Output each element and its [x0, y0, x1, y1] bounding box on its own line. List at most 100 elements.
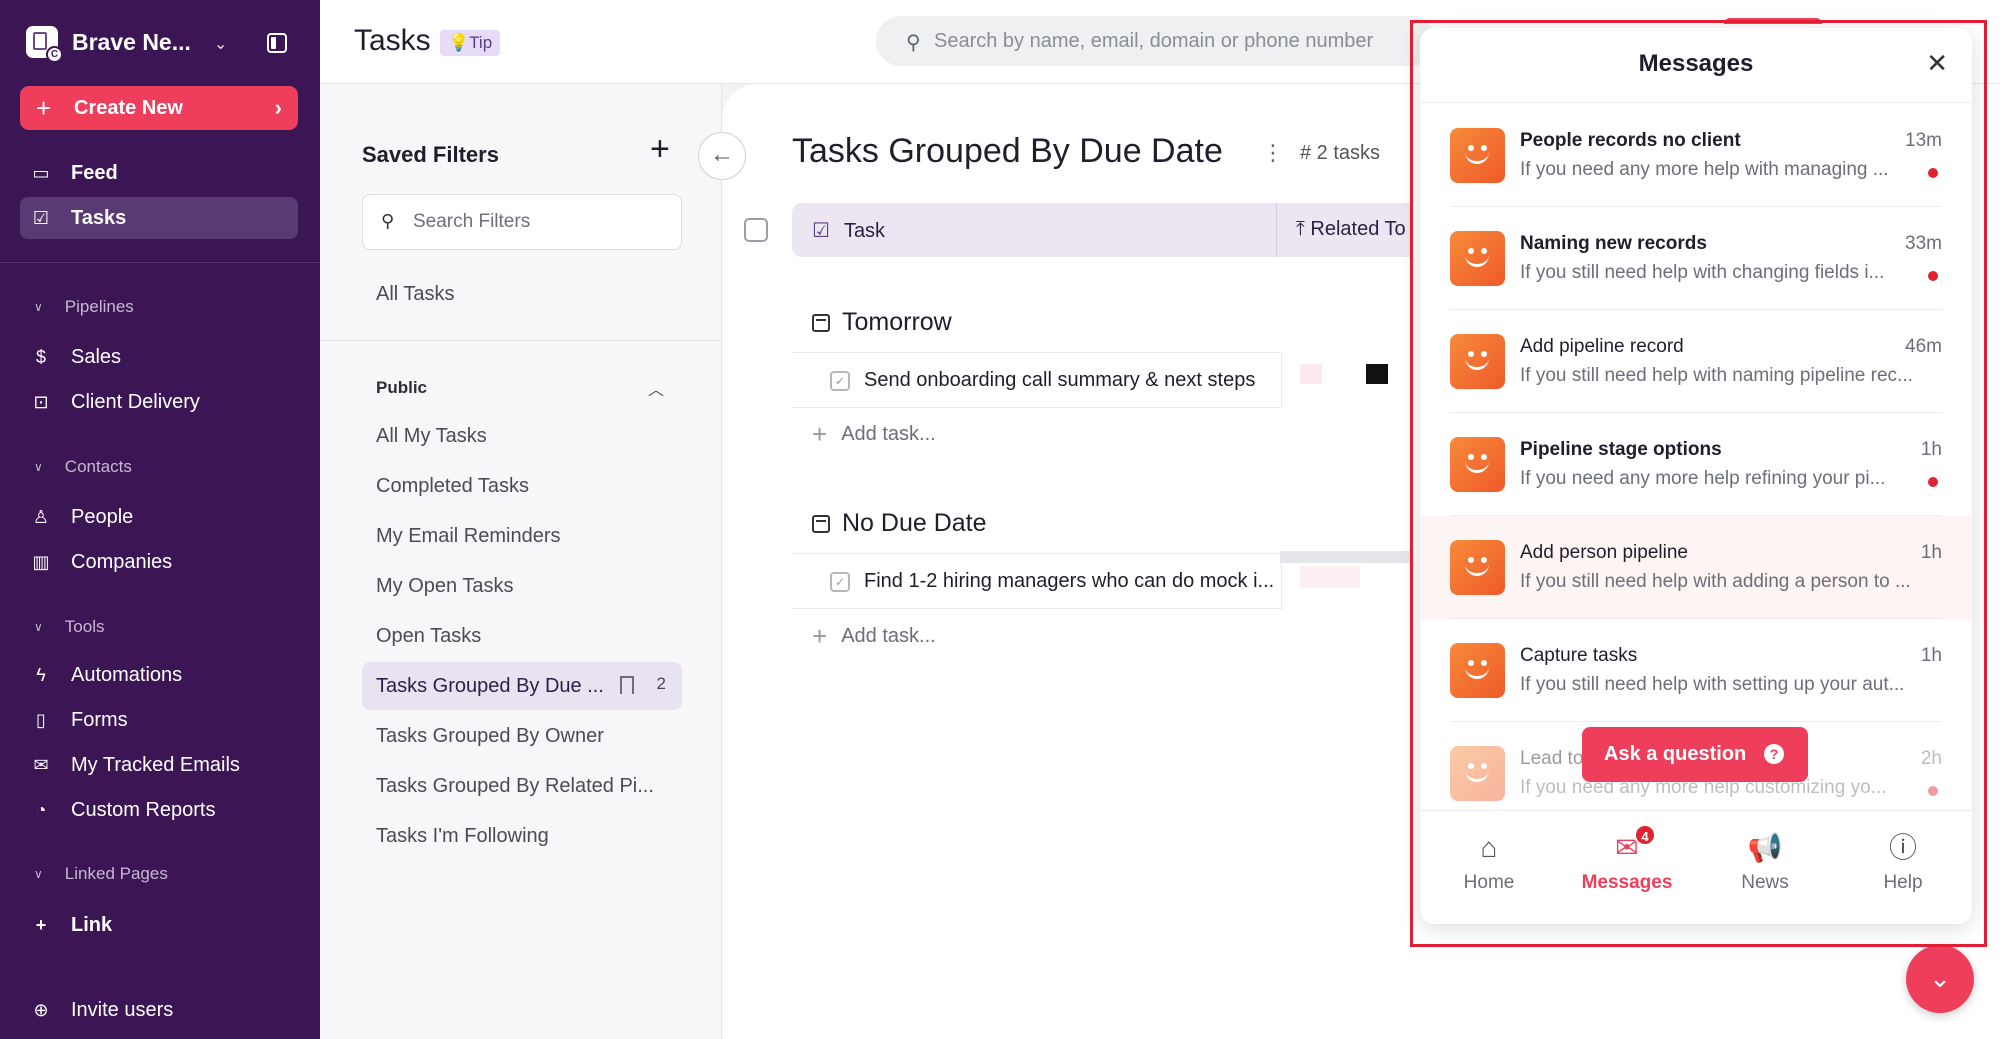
task-row[interactable]: ✓ Send onboarding call summary & next st…: [792, 352, 1282, 408]
sidebar-item-label: Client Delivery: [71, 390, 200, 413]
sidebar-item-tasks[interactable]: ☑ Tasks: [20, 197, 298, 239]
bot-avatar-icon: [1450, 128, 1505, 183]
saved-filters-panel: Saved Filters + ⚲ Search Filters All Tas…: [320, 84, 722, 1039]
task-title: Send onboarding call summary & next step…: [864, 368, 1256, 391]
message-item[interactable]: Capture tasks 1h If you still need help …: [1420, 619, 1972, 722]
add-task-button[interactable]: + Add task...: [812, 623, 936, 649]
tab-home[interactable]: ⌂ Home: [1420, 828, 1558, 894]
ask-question-button[interactable]: Ask a question ?: [1582, 727, 1808, 782]
filter-item[interactable]: Open Tasks: [362, 612, 682, 660]
tab-help[interactable]: ⓘ Help: [1834, 828, 1972, 894]
message-time: 1h: [1920, 439, 1942, 460]
task-row[interactable]: ✓ Find 1-2 hiring managers who can do mo…: [792, 553, 1282, 609]
chevron-right-icon: ›: [274, 95, 282, 120]
sidebar-item-forms[interactable]: ▯ Forms: [20, 699, 298, 741]
pie-chart-icon: ◔: [35, 799, 47, 820]
sidebar-item-people[interactable]: ♙ People: [20, 496, 298, 538]
create-new-label: Create New: [74, 96, 183, 119]
chevron-down-icon: ∨: [34, 620, 43, 634]
filter-item[interactable]: All My Tasks: [362, 412, 682, 460]
filter-count: 2: [656, 674, 666, 693]
messenger-title: Messages: [1638, 50, 1754, 77]
inbox-icon: ▭: [32, 162, 50, 183]
filter-all-tasks[interactable]: All Tasks: [362, 270, 682, 318]
ask-question-label: Ask a question: [1604, 743, 1747, 765]
sidebar-item-tracked-emails[interactable]: ✉ My Tracked Emails: [20, 744, 298, 786]
message-item[interactable]: Naming new records 33m If you still need…: [1420, 207, 1972, 310]
task-checkbox[interactable]: ✓: [830, 572, 850, 592]
invite-users-button[interactable]: ⊕ Invite users: [20, 989, 298, 1031]
filter-item-selected[interactable]: Tasks Grouped By Due ... 2: [362, 662, 682, 710]
section-linked-pages[interactable]: ∨ Linked Pages: [34, 864, 168, 884]
home-icon: ⌂: [1480, 832, 1498, 863]
add-task-button[interactable]: + Add task...: [812, 421, 936, 447]
question-icon: ?: [1764, 744, 1784, 764]
section-contacts[interactable]: ∨ Contacts: [34, 457, 132, 477]
filter-item[interactable]: My Email Reminders: [362, 512, 682, 560]
message-time: 46m: [1905, 336, 1942, 357]
saved-filters-title: Saved Filters: [362, 142, 499, 167]
collapse-panel-button[interactable]: ←: [698, 132, 746, 180]
bot-avatar-icon: [1450, 643, 1505, 698]
column-related[interactable]: ⤒ Related To: [1296, 218, 1406, 241]
plus-icon: +: [812, 419, 828, 449]
sidebar-item-client-delivery[interactable]: ⊡ Client Delivery: [20, 381, 298, 423]
filter-item[interactable]: Tasks Grouped By Related Pi...: [362, 762, 682, 810]
section-pipelines[interactable]: ∨ Pipelines: [34, 297, 134, 317]
header-action-button[interactable]: [1724, 18, 1822, 24]
workspace-switcher[interactable]: C Brave Ne...: [26, 26, 191, 63]
add-filter-button[interactable]: +: [650, 132, 670, 166]
message-item[interactable]: Add pipeline record 46m If you still nee…: [1420, 310, 1972, 413]
sidebar-toggle-icon[interactable]: [267, 33, 287, 53]
select-all-checkbox[interactable]: [744, 218, 768, 242]
filter-item[interactable]: Completed Tasks: [362, 462, 682, 510]
tabs-divider: [1420, 810, 1972, 811]
section-label: Contacts: [64, 457, 132, 476]
more-options-icon[interactable]: ⋮: [1262, 140, 1284, 166]
create-new-button[interactable]: + Create New ›: [20, 86, 298, 130]
message-item[interactable]: Add person pipeline 1h If you still need…: [1420, 516, 1972, 619]
sidebar-item-companies[interactable]: ▥ Companies: [20, 541, 298, 583]
sidebar-item-automations[interactable]: ϟ Automations: [20, 654, 298, 696]
messenger-launcher-button[interactable]: ⌄: [1906, 945, 1974, 1013]
sidebar-item-label: Custom Reports: [71, 798, 216, 821]
filter-search-input[interactable]: ⚲ Search Filters: [362, 194, 682, 250]
filter-item[interactable]: Tasks I'm Following: [362, 812, 682, 860]
filter-item[interactable]: Tasks Grouped By Owner: [362, 712, 682, 760]
filter-item-label: Tasks Grouped By Due ...: [376, 674, 604, 697]
section-label: Linked Pages: [64, 864, 168, 883]
column-task[interactable]: ☑ Task: [812, 218, 885, 243]
task-checkbox[interactable]: ✓: [830, 371, 850, 391]
plus-icon: +: [36, 93, 52, 123]
sidebar-item-sales[interactable]: $ Sales: [20, 336, 298, 378]
sidebar-item-custom-reports[interactable]: ◔ Custom Reports: [20, 789, 298, 831]
tab-messages[interactable]: ✉ 4 Messages: [1558, 824, 1696, 894]
add-circle-icon: ⊕: [33, 999, 49, 1020]
message-item[interactable]: People records no client 13m If you need…: [1420, 104, 1972, 207]
blurred-cell: [1300, 364, 1322, 384]
close-icon[interactable]: ✕: [1926, 50, 1948, 76]
sidebar-item-feed[interactable]: ▭ Feed: [20, 152, 298, 194]
bookmark-icon[interactable]: [620, 676, 634, 694]
sidebar-item-label: Invite users: [71, 998, 174, 1021]
message-title: Add person pipeline: [1520, 542, 1688, 563]
message-time: 1h: [1920, 645, 1942, 666]
column-label: Related To: [1310, 218, 1406, 240]
chevron-up-icon[interactable]: ︿: [648, 376, 664, 400]
tab-news[interactable]: 📢 News: [1696, 828, 1834, 894]
section-tools[interactable]: ∨ Tools: [34, 617, 104, 637]
filter-item[interactable]: My Open Tasks: [362, 562, 682, 610]
lightning-icon: ϟ: [36, 664, 46, 685]
add-task-label: Add task...: [841, 624, 936, 647]
message-item[interactable]: Pipeline stage options 1h If you need an…: [1420, 413, 1972, 516]
workspace-name: Brave Ne...: [72, 28, 191, 55]
tip-badge[interactable]: 💡Tip: [440, 30, 501, 56]
chevron-down-icon[interactable]: ⌄: [214, 34, 227, 54]
message-preview: If you still need help with changing fie…: [1520, 262, 1885, 283]
global-search-input[interactable]: ⚲ Search by name, email, domain or phone…: [876, 16, 1436, 66]
sidebar-item-link[interactable]: + Link: [20, 904, 298, 946]
person-icon: ♙: [32, 506, 50, 527]
messenger-divider: [1420, 102, 1972, 103]
column-divider: [1276, 203, 1277, 257]
dollar-icon: $: [35, 346, 46, 367]
